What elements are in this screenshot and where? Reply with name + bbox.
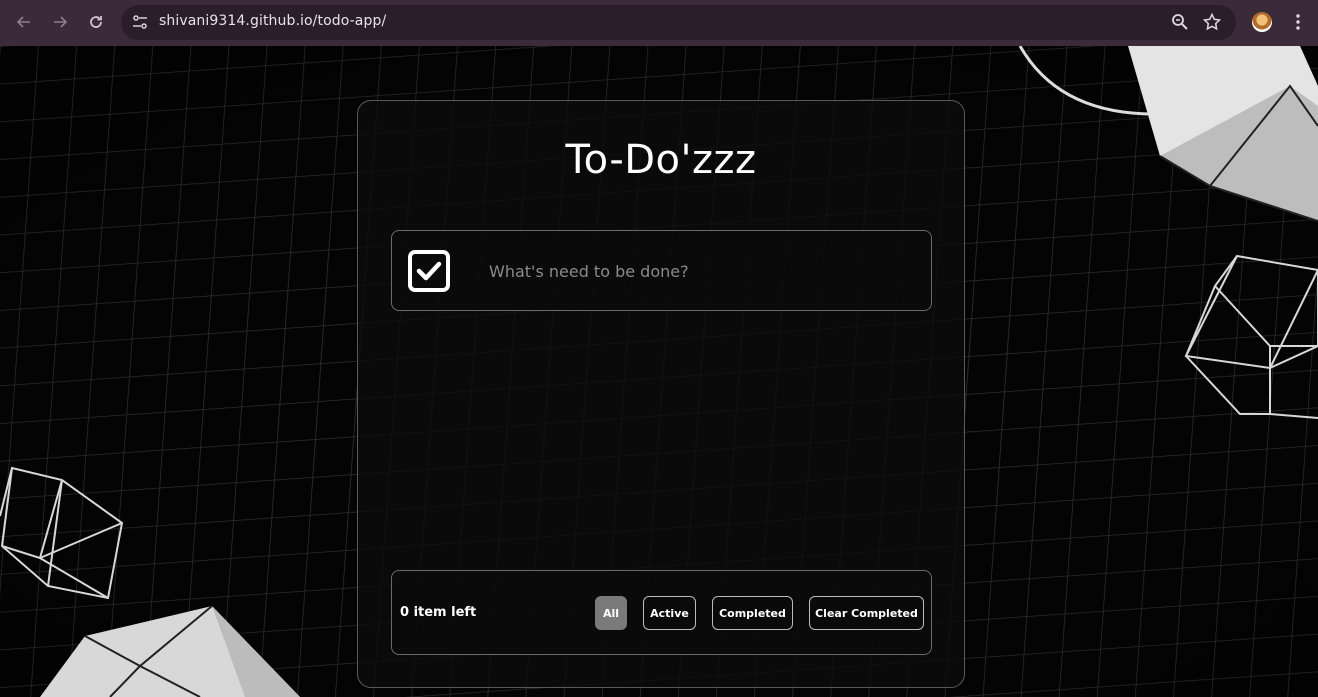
- star-icon[interactable]: [1203, 13, 1221, 31]
- back-button[interactable]: [12, 10, 36, 34]
- url-text[interactable]: shivani9314.github.io/todo-app/: [159, 13, 386, 29]
- profile-avatar[interactable]: [1252, 12, 1272, 32]
- kebab-menu-icon[interactable]: [1290, 12, 1306, 32]
- clear-completed-button[interactable]: Clear Completed: [809, 596, 924, 630]
- page-viewport: To-Do'zzz 0 item left All Active Complet…: [0, 46, 1318, 697]
- reload-button[interactable]: [84, 10, 108, 34]
- address-bar[interactable]: shivani9314.github.io/todo-app/: [121, 5, 1236, 40]
- new-todo-input[interactable]: [489, 255, 909, 287]
- app-title: To-Do'zzz: [565, 137, 757, 183]
- new-todo-container: [391, 230, 932, 311]
- tune-icon[interactable]: [131, 13, 149, 31]
- zoom-icon[interactable]: [1171, 13, 1189, 31]
- arrow-right-icon: [54, 16, 68, 28]
- filter-completed-button[interactable]: Completed: [712, 596, 793, 630]
- todo-card: To-Do'zzz 0 item left All Active Complet…: [357, 100, 965, 688]
- reload-icon: [90, 16, 102, 28]
- forward-button[interactable]: [48, 10, 72, 34]
- filter-all-button[interactable]: All: [595, 596, 627, 630]
- filter-active-button[interactable]: Active: [643, 596, 696, 630]
- browser-toolbar: shivani9314.github.io/todo-app/: [0, 0, 1318, 46]
- arrow-left-icon: [16, 16, 30, 28]
- checkbox-check-icon[interactable]: [407, 249, 451, 293]
- todo-footer: 0 item left All Active Completed Clear C…: [391, 570, 932, 655]
- items-left-count: 0 item left: [400, 605, 477, 620]
